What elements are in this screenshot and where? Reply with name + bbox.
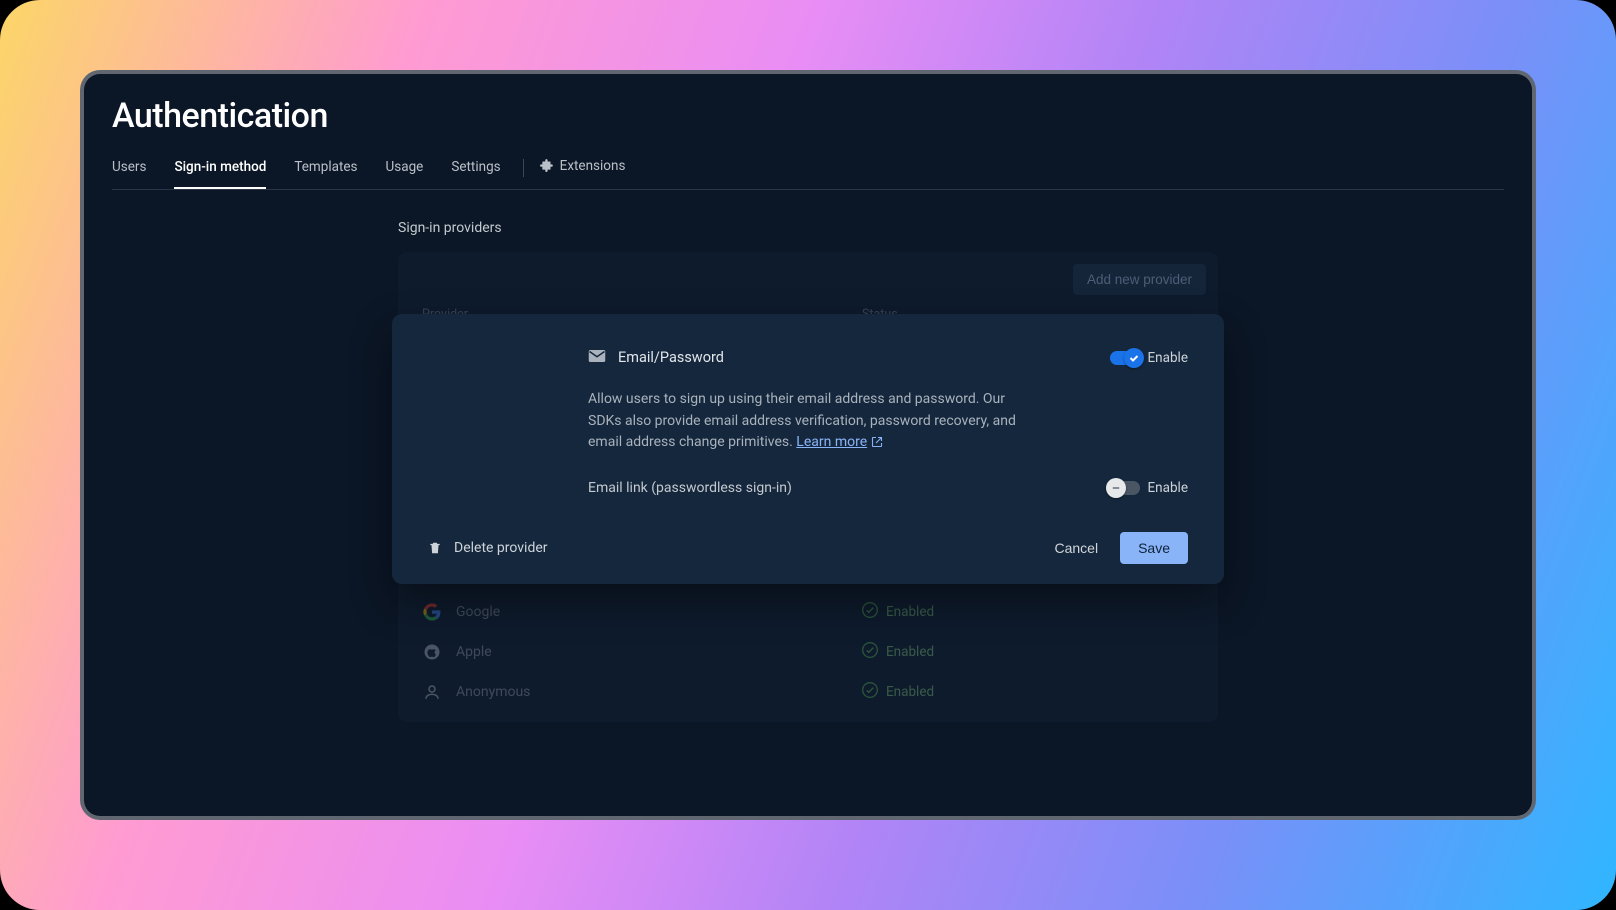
check-circle-icon xyxy=(862,682,878,702)
tab-sign-in-method[interactable]: Sign-in method xyxy=(174,147,266,189)
apple-icon xyxy=(422,642,442,662)
cancel-button[interactable]: Cancel xyxy=(1054,540,1098,556)
provider-name: Apple xyxy=(456,644,862,660)
provider-status: Enabled xyxy=(862,642,934,662)
mail-icon xyxy=(588,348,606,367)
toggle-on[interactable] xyxy=(1110,351,1140,365)
google-icon xyxy=(422,602,442,622)
gradient-frame: Authentication Users Sign-in method Temp… xyxy=(0,0,1616,910)
app-window: Authentication Users Sign-in method Temp… xyxy=(80,70,1536,820)
email-link-label: Email link (passwordless sign-in) xyxy=(588,480,792,496)
trash-icon xyxy=(428,540,442,556)
provider-name: Anonymous xyxy=(456,684,862,700)
section-label: Sign-in providers xyxy=(398,220,1218,236)
tab-separator xyxy=(523,159,524,177)
enable-toggle-primary[interactable]: Enable xyxy=(1110,350,1189,366)
provider-config-title: Email/Password xyxy=(618,349,724,366)
enable-label: Enable xyxy=(1148,350,1189,366)
tab-usage[interactable]: Usage xyxy=(386,147,424,189)
extensions-icon xyxy=(540,158,554,176)
delete-provider-button[interactable]: Delete provider xyxy=(428,540,548,556)
provider-row-apple[interactable]: Apple Enabled xyxy=(398,632,1218,672)
tab-settings[interactable]: Settings xyxy=(451,147,500,189)
provider-config-dialog: Email/Password Enable Allow users to sig… xyxy=(392,314,1224,584)
tab-extensions[interactable]: Extensions xyxy=(540,146,626,190)
page-title: Authentication xyxy=(112,96,1504,136)
provider-description: Allow users to sign up using their email… xyxy=(588,389,1028,456)
check-circle-icon xyxy=(862,642,878,662)
learn-more-link[interactable]: Learn more xyxy=(796,434,883,450)
provider-row-anonymous[interactable]: Anonymous Enabled xyxy=(398,672,1218,712)
tab-templates[interactable]: Templates xyxy=(294,147,357,189)
provider-name: Google xyxy=(456,604,862,620)
tabs-bar: Users Sign-in method Templates Usage Set… xyxy=(112,146,1504,190)
add-new-provider-button[interactable]: Add new provider xyxy=(1073,264,1206,295)
toggle-off[interactable] xyxy=(1110,481,1140,495)
tab-extensions-label: Extensions xyxy=(560,158,626,174)
check-circle-icon xyxy=(862,602,878,622)
enable-toggle-secondary[interactable]: Enable xyxy=(1110,480,1189,496)
enable-label: Enable xyxy=(1148,480,1189,496)
person-icon xyxy=(422,682,442,702)
provider-row-google[interactable]: Google Enabled xyxy=(398,592,1218,632)
provider-status: Enabled xyxy=(862,682,934,702)
tab-users[interactable]: Users xyxy=(112,147,146,189)
provider-status: Enabled xyxy=(862,602,934,622)
external-link-icon xyxy=(871,436,883,452)
save-button[interactable]: Save xyxy=(1120,532,1188,564)
